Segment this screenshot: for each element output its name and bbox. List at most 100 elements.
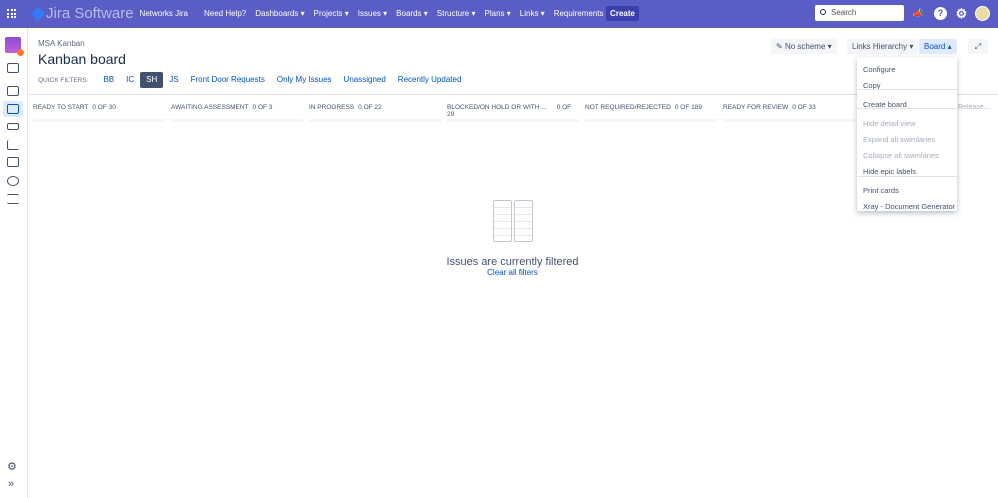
column-header: BLOCKED/ON HOLD OR WITH ... 0 OF 29 [447, 104, 579, 122]
issues-icon[interactable] [7, 123, 19, 130]
nav-item-label: Structure [436, 9, 470, 18]
user-avatar[interactable] [975, 6, 990, 21]
nav-item[interactable]: Requirements ▾ [554, 9, 610, 18]
quick-filter[interactable]: Only My Issues [271, 72, 338, 88]
nav-item[interactable]: Projects ▾ [314, 9, 349, 18]
menu-item: Expand all swimlanes [863, 135, 936, 144]
quick-filters: QUICK FILTERS: BB IC SH JS Front Door Reques… [38, 72, 467, 88]
column-body [723, 119, 855, 122]
nav-item-label: Requirements [553, 9, 604, 18]
project-avatar[interactable] [5, 37, 24, 56]
project-settings-icon[interactable]: ⚙ [7, 460, 17, 473]
board-dropdown[interactable]: Board ▴ [919, 39, 957, 54]
board-label: Board [924, 42, 946, 51]
column-count: 0 OF 3 [252, 104, 273, 111]
menu-item[interactable]: Xray - Document Generator [863, 202, 955, 211]
components-icon[interactable] [7, 176, 19, 186]
menu-item: Hide detail view [863, 119, 916, 128]
hierarchy-icon[interactable] [7, 194, 19, 204]
quick-filter[interactable]: Recently Updated [392, 72, 468, 88]
divider [28, 94, 998, 95]
chevron-down-icon: ▾ [342, 9, 349, 18]
column-name: AWAITING ASSESSMENT [171, 104, 249, 111]
breadcrumb[interactable]: MSA Kanban [38, 39, 85, 48]
column-header: IN PROGRESS 0 OF 22 [309, 104, 441, 122]
nav-item-label: Dashboards [255, 9, 299, 18]
links-label: Links Hierarchy [852, 42, 908, 51]
quick-filters-label: QUICK FILTERS: [38, 76, 89, 84]
nav-item[interactable]: Issues ▾ [358, 9, 387, 18]
scheme-icon: ✎ [776, 42, 783, 51]
nav-menu: Need Help? Dashboards ▾ Projects ▾ Issues ▾… [204, 9, 610, 18]
board-menu: Configure Copy Create board Hide detail vie… [857, 57, 957, 211]
releases-icon[interactable] [7, 86, 19, 96]
quick-filter[interactable]: JS [163, 72, 184, 88]
column-count: 0 OF 30 [92, 104, 116, 111]
quick-filter[interactable]: IC [120, 72, 140, 88]
empty-board-illustration-icon [492, 200, 534, 242]
search-input[interactable]: Search [815, 5, 904, 21]
menu-divider [857, 176, 957, 177]
column-header: AWAITING ASSESSMENT 0 OF 3 [171, 104, 303, 122]
nav-item[interactable]: Structure ▾ [437, 9, 476, 18]
search-placeholder: Search [831, 8, 857, 17]
test-board-icon[interactable] [7, 157, 19, 167]
jira-diamond-icon [30, 6, 46, 21]
backlog-icon[interactable] [7, 63, 19, 73]
release-link[interactable]: Release... [958, 104, 990, 111]
column-name: IN PROGRESS [309, 104, 355, 111]
chevron-down-icon: ▾ [469, 9, 476, 18]
menu-divider [857, 89, 957, 90]
menu-divider [857, 108, 957, 109]
reports-chart-icon[interactable] [7, 140, 19, 150]
quick-filter[interactable]: Unassigned [338, 72, 392, 88]
column-body [309, 119, 441, 122]
chevron-down-icon: ▾ [421, 9, 428, 18]
expand-sidebar-icon[interactable]: » [8, 478, 14, 490]
quick-filter[interactable]: Front Door Requests [185, 72, 271, 88]
nav-item[interactable]: Plans ▾ [485, 9, 511, 18]
jira-logo[interactable]: Jira Software Networks Jira [30, 5, 188, 22]
quick-filter[interactable]: BB [97, 72, 120, 88]
column-count: 0 OF 33 [792, 104, 816, 111]
settings-gear-icon[interactable]: ⚙ [955, 7, 968, 20]
menu-item[interactable]: Hide epic labels [863, 167, 916, 176]
empty-message: Issues are currently filtered [446, 256, 579, 268]
column-body [447, 119, 579, 122]
column-name: BLOCKED/ON HOLD OR WITH ... [447, 104, 547, 111]
app-switcher-icon[interactable] [7, 9, 16, 18]
create-button[interactable]: Create [606, 6, 639, 21]
column-count: 0 OF 189 [674, 104, 702, 111]
nav-item-label: Links [519, 9, 539, 18]
nav-item-label: Plans [484, 9, 505, 18]
nav-item[interactable]: Boards ▾ [396, 9, 428, 18]
quick-filter[interactable]: SH [140, 72, 164, 88]
nav-item[interactable]: Links ▾ [520, 9, 545, 18]
links-hierarchy-dropdown[interactable]: Links Hierarchy ▾ [847, 39, 919, 54]
chevron-down-icon: ▾ [538, 9, 545, 18]
scheme-label: No scheme [784, 42, 826, 51]
column-body [585, 119, 717, 122]
menu-item: Collapse all swimlanes [863, 151, 939, 160]
page-title: Kanban board [38, 51, 126, 67]
scheme-dropdown[interactable]: ✎ No scheme ▾ [771, 39, 837, 54]
column-name: READY FOR REVIEW [723, 104, 789, 111]
board-icon[interactable] [7, 104, 19, 114]
column-header: READY FOR REVIEW 0 OF 33 [723, 104, 855, 122]
notifications-megaphone-icon[interactable]: 📣 [912, 7, 925, 20]
nav-item[interactable]: Need Help? [204, 9, 246, 18]
column-header: READY TO START 0 OF 30 [33, 104, 165, 122]
help-icon[interactable]: ? [934, 7, 947, 20]
chevron-down-icon: ▾ [298, 9, 305, 18]
clear-filters-link[interactable]: Clear all filters [400, 268, 625, 277]
column-header: NOT REQUIRED/REJECTED 0 OF 189 [585, 104, 717, 122]
menu-item[interactable]: Print cards [863, 186, 899, 195]
project-sidebar: ⚙ » [0, 28, 28, 498]
fullscreen-expand-icon[interactable]: ⤢ [968, 39, 988, 54]
nav-item-label: Projects [313, 9, 343, 18]
search-icon [820, 9, 826, 15]
column-name: READY TO START [33, 104, 89, 111]
menu-item[interactable]: Configure [863, 65, 896, 74]
empty-state: Issues are currently filtered Clear all … [400, 200, 625, 277]
nav-item[interactable]: Dashboards ▾ [255, 9, 304, 18]
